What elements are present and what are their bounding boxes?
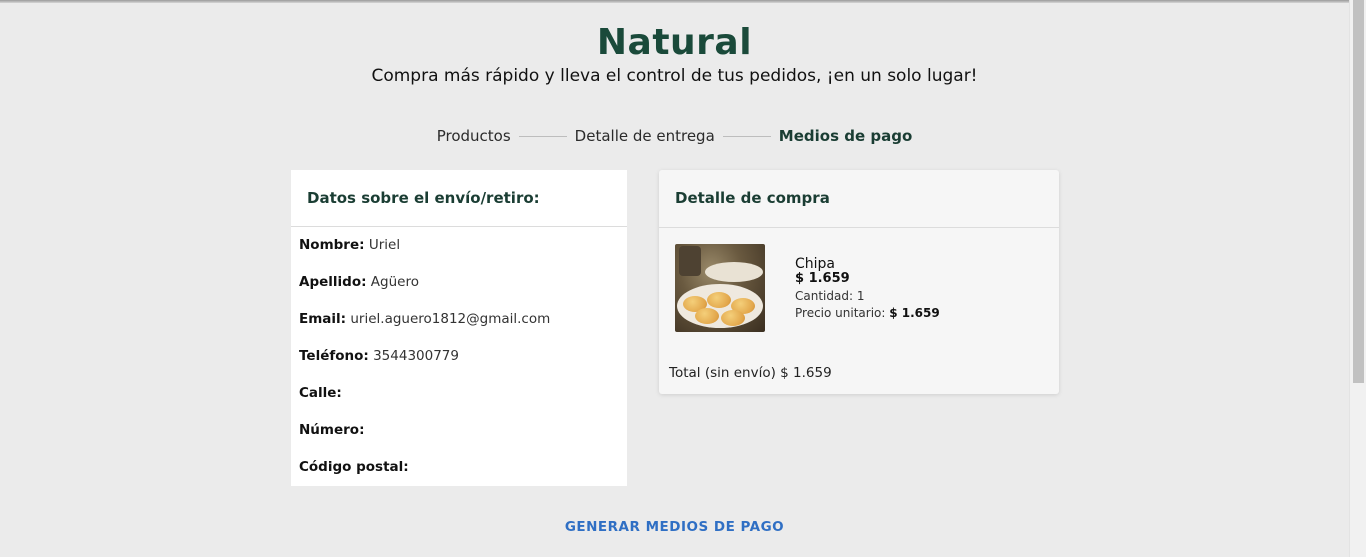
scrollbar-thumb[interactable] xyxy=(1353,0,1364,383)
step-medios-pago[interactable]: Medios de pago xyxy=(779,127,912,145)
field-nombre: Nombre: Uriel xyxy=(291,227,627,264)
order-total: Total (sin envío) $ 1.659 xyxy=(669,365,832,381)
order-summary-card: Detalle de compra Chipa $ 1.659 Cantidad… xyxy=(659,170,1059,394)
field-label: Código postal: xyxy=(299,459,409,475)
product-info: Chipa $ 1.659 Cantidad: 1 Precio unitari… xyxy=(795,256,940,320)
field-label: Nombre: xyxy=(299,237,365,253)
field-calle: Calle: xyxy=(291,375,627,412)
bun-shape xyxy=(707,292,731,308)
product-unit-price: Precio unitario: $ 1.659 xyxy=(795,306,940,320)
step-detalle-entrega[interactable]: Detalle de entrega xyxy=(575,127,715,145)
bowl-shape xyxy=(705,262,763,282)
field-value: 3544300779 xyxy=(373,348,459,364)
tagline: Compra más rápido y lleva el control de … xyxy=(371,66,978,86)
field-value: Uriel xyxy=(368,237,401,253)
field-email: Email: uriel.aguero1812@gmail.com xyxy=(291,301,627,338)
product-image xyxy=(675,244,765,332)
product-quantity: Cantidad: 1 xyxy=(795,289,865,303)
field-label: Calle: xyxy=(299,385,342,401)
step-productos[interactable]: Productos xyxy=(437,127,511,145)
field-value: Agüero xyxy=(370,274,419,290)
field-value: uriel.aguero1812@gmail.com xyxy=(350,311,551,327)
field-telefono: Teléfono: 3544300779 xyxy=(291,338,627,375)
step-divider xyxy=(518,135,567,137)
unit-price-label: Precio unitario: xyxy=(795,306,886,320)
product-price: $ 1.659 xyxy=(795,271,850,286)
field-label: Email: xyxy=(299,311,347,327)
unit-price-value: $ 1.659 xyxy=(889,306,940,320)
step-divider xyxy=(722,135,771,137)
scrollbar[interactable] xyxy=(1349,0,1366,557)
field-label: Número: xyxy=(299,422,365,438)
field-codigo-postal: Código postal: xyxy=(291,449,627,486)
bun-shape xyxy=(695,308,719,324)
checkout-stepper: Productos Detalle de entrega Medios de p… xyxy=(0,127,1349,145)
field-label: Teléfono: xyxy=(299,348,369,364)
field-label: Apellido: xyxy=(299,274,367,290)
shipping-card-title: Datos sobre el envío/retiro: xyxy=(291,170,627,227)
order-summary-title: Detalle de compra xyxy=(659,170,1059,228)
field-apellido: Apellido: Agüero xyxy=(291,264,627,301)
product-name: Chipa xyxy=(795,256,836,272)
field-numero: Número: xyxy=(291,412,627,449)
jar-shape xyxy=(679,246,701,276)
bun-shape xyxy=(721,310,745,326)
brand-logo: Natural xyxy=(596,22,753,63)
top-shadow xyxy=(0,0,1349,3)
shipping-card: Datos sobre el envío/retiro: Nombre: Uri… xyxy=(291,170,627,486)
generate-payment-button[interactable]: GENERAR MEDIOS DE PAGO xyxy=(0,519,1349,535)
